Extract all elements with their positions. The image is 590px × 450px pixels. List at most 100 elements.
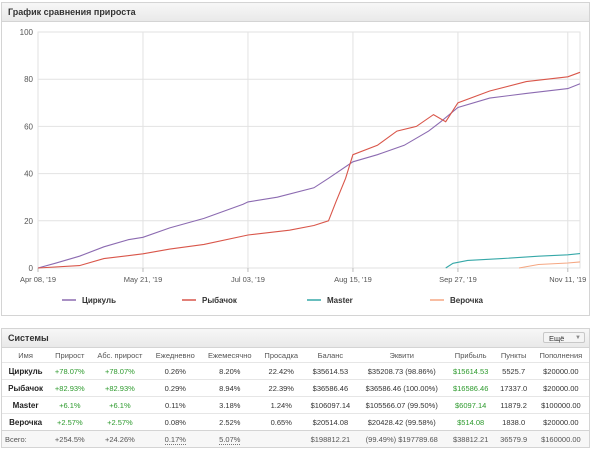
cell-daily: 0.29% xyxy=(149,379,202,397)
y-tick-label: 0 xyxy=(29,264,34,273)
cell-drawdown xyxy=(258,430,305,447)
cell-gain: +78.07% xyxy=(49,362,91,380)
cell-name: Рыбачок xyxy=(2,379,50,397)
cell-monthly: 5.07% xyxy=(201,430,259,447)
x-tick-label: May 21, '19 xyxy=(124,275,163,284)
totals-row: Всего: +254.5% +24.26% 0.17% 5.07% $198812.21… xyxy=(2,430,589,447)
y-tick-label: 100 xyxy=(20,28,34,37)
cell-drawdown: 22.39% xyxy=(258,379,305,397)
cell-daily: 0.08% xyxy=(149,413,202,431)
column-header: Просадка xyxy=(264,350,299,360)
cell-pips: 17337.0 xyxy=(494,379,533,397)
cell-balance: $20514.08 xyxy=(304,413,357,431)
cell-name: Циркуль xyxy=(2,362,50,380)
column-header: Пункты xyxy=(500,350,527,360)
cell-monthly: 3.18% xyxy=(201,396,259,414)
cell-drawdown: 22.42% xyxy=(258,362,305,380)
y-tick-label: 20 xyxy=(24,217,33,226)
column-header: Ежемесячно xyxy=(208,350,252,360)
cell-gain: +2.57% xyxy=(49,413,91,431)
systems-panel-title: Системы xyxy=(8,333,49,343)
cell-monthly: 8.94% xyxy=(201,379,259,397)
table-body: Циркуль +78.07% +78.07% 0.26% 8.20% 22.42% $35… xyxy=(2,362,589,447)
cell-daily-value: 0.17% xyxy=(164,434,186,445)
cell-abs_gain: +78.07% xyxy=(90,362,150,380)
cell-abs_gain: +24.26% xyxy=(90,430,150,447)
cell-deposits: $20000.00 xyxy=(532,362,589,380)
y-tick-label: 80 xyxy=(24,75,33,84)
cell-equity: $35208.73 (98.86%) xyxy=(356,362,447,380)
legend-label: Master xyxy=(327,296,353,305)
cell-profit: $38812.21 xyxy=(446,430,495,447)
cell-gain: +254.5% xyxy=(49,430,91,447)
growth-chart: 0 20 40 60 80 100 Apr 08, '19 May 21, '19 Jul 03… xyxy=(20,28,587,305)
cell-equity: $105566.07 (99.50%) xyxy=(356,396,447,414)
column-header: Ежедневно xyxy=(155,350,195,360)
cell-name: Верочка xyxy=(2,413,50,431)
cell-gain: +82.93% xyxy=(49,379,91,397)
more-button-label: Ещё xyxy=(549,334,565,343)
cell-deposits: $20000.00 xyxy=(532,413,589,431)
table-row[interactable]: Циркуль +78.07% +78.07% 0.26% 8.20% 22.42% $35… xyxy=(2,362,589,380)
cell-equity: (99.49%) $197789.68 xyxy=(356,430,447,447)
cell-equity: $36586.46 (100.00%) xyxy=(356,379,447,397)
column-header: Абс. прирост xyxy=(97,350,143,360)
legend-label: Циркуль xyxy=(82,296,116,305)
column-header: Пополнения xyxy=(539,350,583,360)
cell-deposits: $20000.00 xyxy=(532,379,589,397)
cell-pips: 5525.7 xyxy=(494,362,533,380)
x-tick-label: Sep 27, '19 xyxy=(439,275,477,284)
cell-profit: $16586.46 xyxy=(446,379,495,397)
x-tick-label: Jul 03, '19 xyxy=(231,275,265,284)
table-row[interactable]: Master +6.1% +6.1% 0.11% 3.18% 1.24% $106097.1… xyxy=(2,396,589,414)
chart-panel: График сравнения прироста 0 20 40 60 80 100 Ap… xyxy=(1,2,590,316)
cell-daily: 0.26% xyxy=(149,362,202,380)
systems-table: Имя Прирост Абс. прирост Ежедневно Ежемесячн… xyxy=(2,348,589,447)
cell-daily: 0.17% xyxy=(149,430,202,447)
x-tick-label: Apr 08, '19 xyxy=(20,275,56,284)
y-tick-label: 40 xyxy=(24,170,33,179)
legend-label: Верочка xyxy=(450,296,483,305)
column-header: Имя xyxy=(18,350,33,360)
column-header: Прирост xyxy=(55,350,85,360)
cell-gain: +6.1% xyxy=(49,396,91,414)
cell-abs_gain: +82.93% xyxy=(90,379,150,397)
cell-profit: $6097.14 xyxy=(446,396,495,414)
cell-balance: $198812.21 xyxy=(304,430,357,447)
cell-monthly: 2.52% xyxy=(201,413,259,431)
cell-monthly: 8.20% xyxy=(201,362,259,380)
cell-equity: $20428.42 (99.58%) xyxy=(356,413,447,431)
legend-label: Рыбачок xyxy=(202,296,238,305)
column-header: Эквити xyxy=(389,350,414,360)
cell-abs_gain: +6.1% xyxy=(90,396,150,414)
table-row[interactable]: Верочка +2.57% +2.57% 0.08% 2.52% 0.65% $20514… xyxy=(2,413,589,431)
systems-panel-header: Системы Ещё ▼ xyxy=(2,329,589,348)
cell-deposits: $100000.00 xyxy=(532,396,589,414)
cell-drawdown: 1.24% xyxy=(258,396,305,414)
column-header: Баланс xyxy=(317,350,344,360)
x-tick-label: Aug 15, '19 xyxy=(334,275,372,284)
cell-daily: 0.11% xyxy=(149,396,202,414)
table-row[interactable]: Рыбачок +82.93% +82.93% 0.29% 8.94% 22.39% $36… xyxy=(2,379,589,397)
x-tick-label: Nov 11, '19 xyxy=(549,275,586,284)
cell-pips: 1838.0 xyxy=(494,413,533,431)
table-header-row: Имя Прирост Абс. прирост Ежедневно Ежемесячн… xyxy=(2,348,589,363)
more-dropdown-button[interactable]: Ещё ▼ xyxy=(543,332,585,343)
cell-name: Master xyxy=(2,396,50,414)
cell-balance: $36586.46 xyxy=(304,379,357,397)
cell-monthly-value: 5.07% xyxy=(219,434,241,445)
cell-pips: 11879.2 xyxy=(494,396,533,414)
y-tick-label: 60 xyxy=(24,122,33,131)
cell-abs_gain: +2.57% xyxy=(90,413,150,431)
systems-panel: Системы Ещё ▼ Имя Прирост Абс. прирост Ежед… xyxy=(1,328,590,448)
cell-pips: 36579.9 xyxy=(494,430,533,447)
column-header: Прибыль xyxy=(454,350,487,360)
cell-deposits: $160000.00 xyxy=(532,430,589,447)
plot-area xyxy=(37,31,581,269)
cell-profit: $514.08 xyxy=(446,413,495,431)
cell-drawdown: 0.65% xyxy=(258,413,305,431)
cell-balance: $106097.14 xyxy=(304,396,357,414)
cell-balance: $35614.53 xyxy=(304,362,357,380)
chevron-down-icon: ▼ xyxy=(575,335,581,341)
chart-panel-title: График сравнения прироста xyxy=(2,3,589,22)
